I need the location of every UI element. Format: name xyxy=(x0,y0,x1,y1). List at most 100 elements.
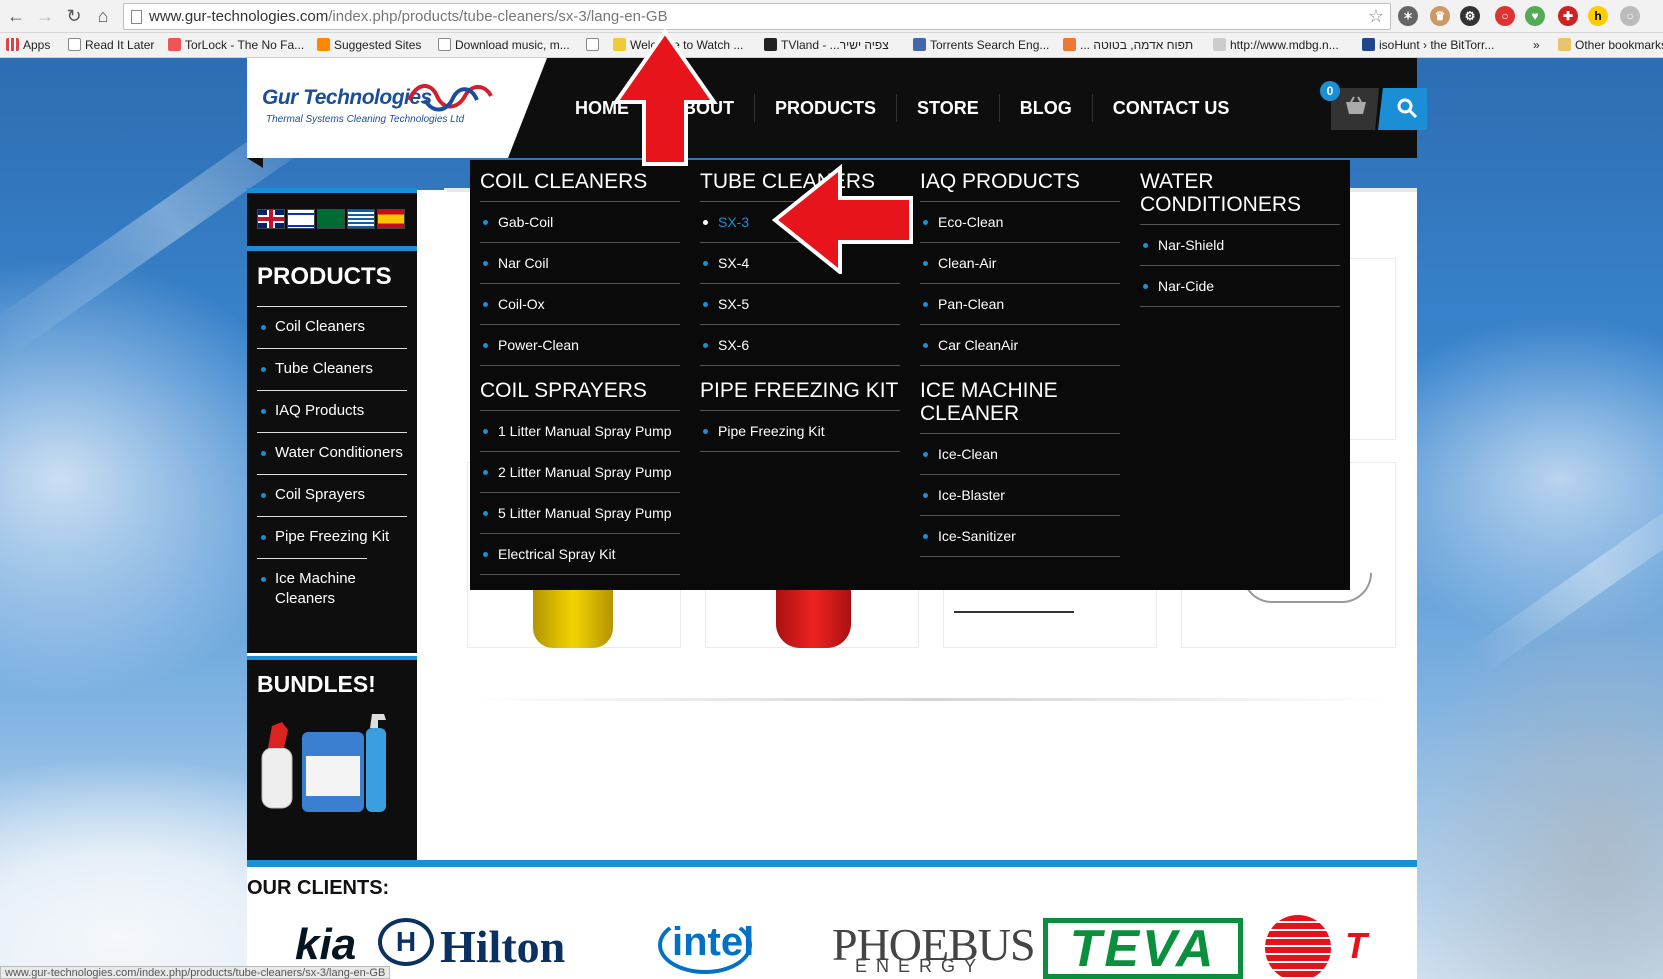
bookmark-item[interactable]: Torrents Search Eng... xyxy=(913,37,1049,54)
menu-column-coil: COIL CLEANERS Gab-Coil Nar Coil Coil-Ox … xyxy=(480,170,680,575)
sidebar-item-pipe-freezing-kit[interactable]: Pipe Freezing Kit xyxy=(257,516,407,558)
menu-item[interactable]: Gab-Coil xyxy=(480,202,680,243)
annotation-arrow-left-icon xyxy=(771,164,913,274)
language-flags xyxy=(257,209,405,229)
bookmark-item[interactable]: TVland - ...צפיה ישיר xyxy=(764,37,889,54)
sidebar-product-list: Coil Cleaners Tube Cleaners IAQ Products… xyxy=(257,306,407,620)
url-text: www.gur-technologies.com/index.php/produ… xyxy=(149,8,668,25)
bundles-image[interactable] xyxy=(258,708,393,816)
nav-products[interactable]: PRODUCTS xyxy=(755,94,898,122)
sidebar-separator xyxy=(247,653,417,656)
menu-column-water: WATER CONDITIONERS Nar-Shield Nar-Cide xyxy=(1140,170,1340,307)
flag-el-icon[interactable] xyxy=(347,209,375,229)
sidebar-title: PRODUCTS xyxy=(257,263,392,290)
search-icon xyxy=(1397,98,1418,119)
sidebar-item-coil-cleaners[interactable]: Coil Cleaners xyxy=(257,306,407,348)
menu-item[interactable]: 2 Litter Manual Spray Pump xyxy=(480,452,680,493)
other-bookmarks[interactable]: Other bookmarks xyxy=(1558,37,1663,54)
back-icon[interactable]: ← xyxy=(5,5,27,27)
extension-icon[interactable]: ✶ xyxy=(1398,6,1418,26)
extension-icon[interactable]: ✚ xyxy=(1558,6,1578,26)
bookmarks-overflow[interactable]: » xyxy=(1533,37,1540,54)
logo-tagline: Thermal Systems Cleaning Technologies Lt… xyxy=(266,114,465,125)
menu-item[interactable]: Ice-Sanitizer xyxy=(920,516,1120,557)
nav-store[interactable]: STORE xyxy=(897,94,1000,122)
menu-item[interactable]: Eco-Clean xyxy=(920,202,1120,243)
toshiba-emblem-icon xyxy=(1265,915,1331,979)
page-icon xyxy=(586,38,599,51)
flag-ar-icon[interactable] xyxy=(317,209,345,229)
status-bar-url: www.gur-technologies.com/index.php/produ… xyxy=(0,966,391,979)
page-icon xyxy=(68,38,81,51)
menu-item[interactable]: Electrical Spray Kit xyxy=(480,534,680,575)
sidebar-item-ice-machine-cleaners[interactable]: Ice Machine Cleaners xyxy=(257,558,367,620)
menu-heading-coil-sprayers[interactable]: COIL SPRAYERS xyxy=(480,379,680,411)
extension-icon[interactable]: ○ xyxy=(1620,6,1640,26)
menu-item[interactable]: Car CleanAir xyxy=(920,325,1120,366)
mdbg-icon xyxy=(1213,38,1226,51)
bookmark-item[interactable]: Download music, m... xyxy=(438,37,570,54)
bookmark-item[interactable]: Suggested Sites xyxy=(317,37,421,54)
sidebar-item-tube-cleaners[interactable]: Tube Cleaners xyxy=(257,348,407,390)
menu-item[interactable]: 1 Litter Manual Spray Pump xyxy=(480,411,680,452)
menu-item[interactable]: Clean-Air xyxy=(920,243,1120,284)
hilton-emblem-icon: H xyxy=(378,918,434,966)
menu-item[interactable]: 5 Litter Manual Spray Pump xyxy=(480,493,680,534)
bookmark-star-icon[interactable]: ☆ xyxy=(1368,6,1384,27)
menu-item[interactable]: SX-5 xyxy=(700,284,900,325)
sidebar-top-bar xyxy=(247,188,417,193)
extension-icon[interactable]: ♛ xyxy=(1430,6,1450,26)
sidebar-item-coil-sprayers[interactable]: Coil Sprayers xyxy=(257,474,407,516)
menu-heading-iaq-products[interactable]: IAQ PRODUCTS xyxy=(920,170,1120,202)
menu-item[interactable]: Pipe Freezing Kit xyxy=(700,411,900,452)
sidebar-item-iaq-products[interactable]: IAQ Products xyxy=(257,390,407,432)
sidebar-divider-bar xyxy=(247,246,417,251)
bookmark-item[interactable]: TorLock - The No Fa... xyxy=(168,37,304,54)
extension-on-icon[interactable]: ○ xyxy=(1495,6,1515,26)
bookmark-item[interactable] xyxy=(586,37,603,54)
menu-item[interactable]: Power-Clean xyxy=(480,325,680,366)
apps-grid-icon xyxy=(6,38,19,51)
reload-icon[interactable]: ↻ xyxy=(63,5,85,27)
flag-he-icon[interactable] xyxy=(287,209,315,229)
content-shadow-divider xyxy=(470,698,1390,701)
menu-item[interactable]: Nar-Cide xyxy=(1140,266,1340,307)
sidebar-item-water-conditioners[interactable]: Water Conditioners xyxy=(257,432,407,474)
home-icon[interactable]: ⌂ xyxy=(92,5,114,27)
phoebus-energy-text: ENERGY xyxy=(855,956,986,976)
menu-item[interactable]: Coil-Ox xyxy=(480,284,680,325)
settings-gear-icon[interactable]: ⚙ xyxy=(1460,6,1480,26)
recipe-icon xyxy=(1063,38,1076,51)
nav-contact-us[interactable]: CONTACT US xyxy=(1093,94,1250,122)
forward-icon[interactable]: → xyxy=(34,5,56,27)
browser-toolbar: ← → ↻ ⌂ www.gur-technologies.com/index.p… xyxy=(0,0,1663,33)
menu-heading-water-conditioners[interactable]: WATER CONDITIONERS xyxy=(1140,170,1340,225)
cart-count-badge: 0 xyxy=(1320,81,1340,101)
menu-heading-pipe-freezing-kit[interactable]: PIPE FREEZING KIT xyxy=(700,379,900,411)
bookmark-item[interactable]: ... תפוח אדמה, בטוטה xyxy=(1063,37,1193,54)
sidebar-gutter xyxy=(417,190,447,860)
page-icon xyxy=(438,38,451,51)
menu-item[interactable]: Pan-Clean xyxy=(920,284,1120,325)
bookmark-item[interactable]: isoHunt › the BitTorr... xyxy=(1362,37,1494,54)
bookmarks-bar: Apps Read It Later TorLock - The No Fa..… xyxy=(0,33,1663,58)
bookmark-item[interactable]: Read It Later xyxy=(68,37,154,54)
menu-item[interactable]: Nar-Shield xyxy=(1140,225,1340,266)
kia-logo: kia xyxy=(295,920,357,969)
bookmark-apps[interactable]: Apps xyxy=(6,37,50,54)
footer-bar xyxy=(247,860,1417,867)
nav-blog[interactable]: BLOG xyxy=(1000,94,1093,122)
menu-item[interactable]: Ice-Blaster xyxy=(920,475,1120,516)
bookmark-item[interactable]: http://www.mdbg.n... xyxy=(1213,37,1339,54)
bundles-title: BUNDLES! xyxy=(257,671,376,697)
address-bar[interactable]: www.gur-technologies.com/index.php/produ… xyxy=(123,3,1391,30)
menu-item[interactable]: Nar Coil xyxy=(480,243,680,284)
menu-heading-ice-machine-cleaner[interactable]: ICE MACHINE CLEANER xyxy=(920,379,1120,434)
flag-en-icon[interactable] xyxy=(257,209,285,229)
menu-item[interactable]: SX-6 xyxy=(700,325,900,366)
extension-icon[interactable]: ♥ xyxy=(1525,6,1545,26)
menu-heading-coil-cleaners[interactable]: COIL CLEANERS xyxy=(480,170,680,202)
flag-es-icon[interactable] xyxy=(377,209,405,229)
extension-h-icon[interactable]: h xyxy=(1588,6,1608,26)
menu-item[interactable]: Ice-Clean xyxy=(920,434,1120,475)
